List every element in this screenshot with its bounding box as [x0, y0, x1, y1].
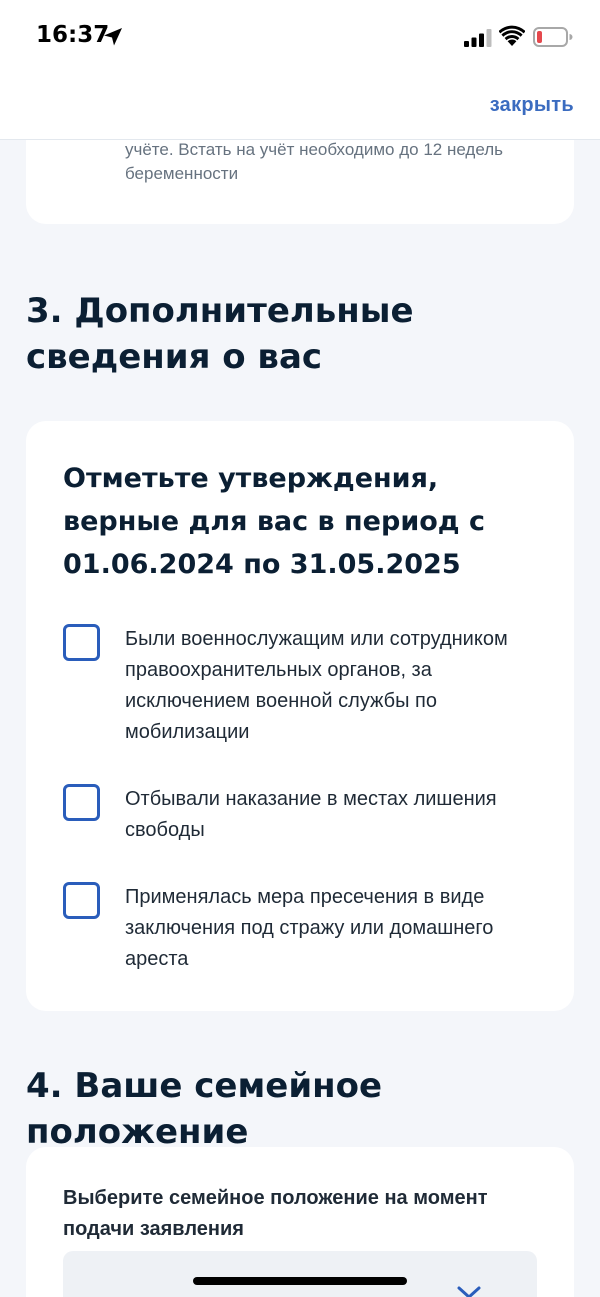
location-arrow-icon — [104, 28, 122, 46]
checkbox[interactable] — [63, 784, 100, 821]
checkbox[interactable] — [63, 624, 100, 661]
marital-status-card: Выберите семейное положение на момент по… — [26, 1147, 574, 1297]
pregnancy-info-text: учёте. Встать на учёт необходимо до 12 н… — [125, 140, 504, 183]
chevron-down-icon[interactable] — [456, 1285, 482, 1297]
marital-status-label: Выберите семейное положение на момент по… — [63, 1187, 488, 1240]
status-bar: 16:37 — [0, 0, 600, 76]
checkbox[interactable] — [63, 882, 100, 919]
close-button[interactable]: закрыть — [490, 94, 574, 117]
section-3-title: 3. Дополнительные сведения о вас — [26, 291, 414, 377]
cellular-signal-icon — [464, 29, 492, 47]
status-time: 16:37 — [36, 22, 110, 48]
section-4-title: 4. Ваше семейное положение — [26, 1066, 383, 1152]
battery-low-icon — [533, 27, 573, 47]
additional-info-card: Отметьте утверждения, верные для вас в п… — [26, 421, 574, 1011]
checkbox-label[interactable]: Были военнослужащим или сотрудником прав… — [125, 624, 545, 748]
wifi-icon — [499, 25, 525, 46]
additional-info-heading: Отметьте утверждения, верные для вас в п… — [63, 463, 485, 580]
checkbox-label[interactable]: Применялась мера пресечения в виде заклю… — [125, 882, 545, 975]
home-indicator — [193, 1277, 407, 1285]
checkbox-label[interactable]: Отбывали наказание в местах лишения своб… — [125, 784, 545, 846]
nav-bar: закрыть — [0, 76, 600, 140]
